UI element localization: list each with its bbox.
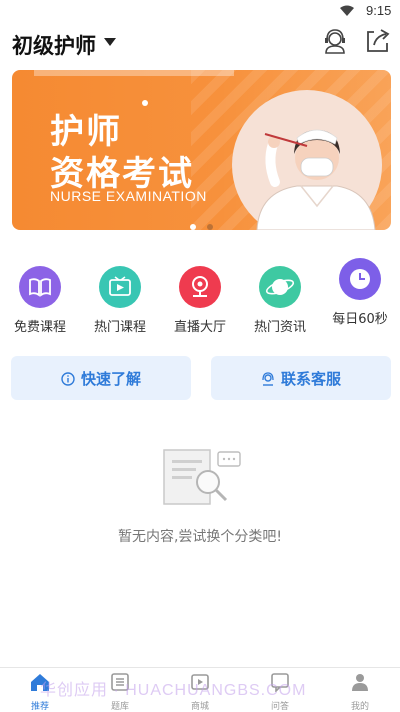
tab-question-bank[interactable]: 题库: [80, 672, 160, 712]
empty-state-message: 暂无内容,尝试换个分类吧!: [117, 529, 283, 545]
category-row: 免费课程 热门课程 直播大厅 热门资讯 每日60秒: [0, 258, 400, 336]
clock-icon: [339, 258, 381, 300]
app-header: 初级护师: [0, 24, 400, 64]
banner-subtitle: NURSE EXAMINATION: [50, 188, 207, 204]
banner-top-strip: [34, 70, 234, 76]
chevron-down-icon[interactable]: [104, 38, 116, 46]
tab-label: 商城: [190, 702, 209, 712]
bottom-tab-bar: 推荐 题库 商城 问答 我的: [0, 667, 400, 712]
user-icon: [352, 674, 368, 691]
play-icon: [99, 266, 141, 308]
tab-recommend[interactable]: 推荐: [0, 672, 80, 712]
pagination-dot-active[interactable]: [190, 224, 196, 230]
pagination-dot[interactable]: [207, 224, 214, 230]
tab-mine[interactable]: 我的: [320, 672, 400, 712]
share-icon[interactable]: [362, 26, 392, 56]
chat-icon: [271, 673, 289, 693]
empty-state-illustration: [163, 449, 241, 505]
wifi-icon: [340, 5, 354, 16]
video-icon: [191, 674, 209, 690]
quick-learn-button[interactable]: 快速了解: [11, 356, 191, 400]
promo-banner[interactable]: 护师 资格考试 NURSE EXAMINATION: [12, 70, 391, 230]
category-label: 热门资讯: [253, 320, 306, 335]
category-hot-courses[interactable]: 热门课程: [80, 266, 160, 335]
category-free-courses[interactable]: 免费课程: [0, 266, 80, 335]
tab-qa[interactable]: 问答: [240, 672, 320, 712]
home-icon: [31, 674, 49, 691]
page-title[interactable]: 初级护师: [12, 30, 96, 60]
category-label: 直播大厅: [173, 320, 226, 335]
status-time: 9:15: [366, 3, 392, 18]
webcam-icon: [179, 266, 221, 308]
tab-label: 题库: [110, 702, 129, 712]
tab-label: 问答: [270, 702, 289, 712]
contact-service-label: 联系客服: [280, 370, 341, 388]
category-label: 免费课程: [13, 320, 66, 335]
planet-icon: [259, 266, 301, 308]
info-icon: [61, 371, 75, 386]
category-daily-60s[interactable]: 每日60秒: [320, 258, 400, 327]
nurse-illustration: [256, 129, 376, 230]
category-label: 热门课程: [93, 320, 146, 335]
tab-label: 我的: [350, 702, 369, 712]
category-label: 每日60秒: [332, 312, 388, 327]
quick-learn-label: 快速了解: [80, 370, 141, 388]
category-hot-news[interactable]: 热门资讯: [240, 266, 320, 335]
banner-dot: [142, 100, 148, 106]
book-icon: [19, 266, 61, 308]
tab-mall[interactable]: 商城: [160, 672, 240, 712]
tab-label: 推荐: [30, 702, 49, 712]
customer-service-icon[interactable]: [320, 26, 350, 56]
list-icon: [111, 673, 129, 691]
headset-icon: [262, 371, 274, 386]
contact-service-button[interactable]: 联系客服: [211, 356, 391, 400]
status-bar: 9:15: [0, 0, 400, 24]
banner-pagination[interactable]: [190, 215, 219, 230]
category-live-hall[interactable]: 直播大厅: [160, 266, 240, 335]
